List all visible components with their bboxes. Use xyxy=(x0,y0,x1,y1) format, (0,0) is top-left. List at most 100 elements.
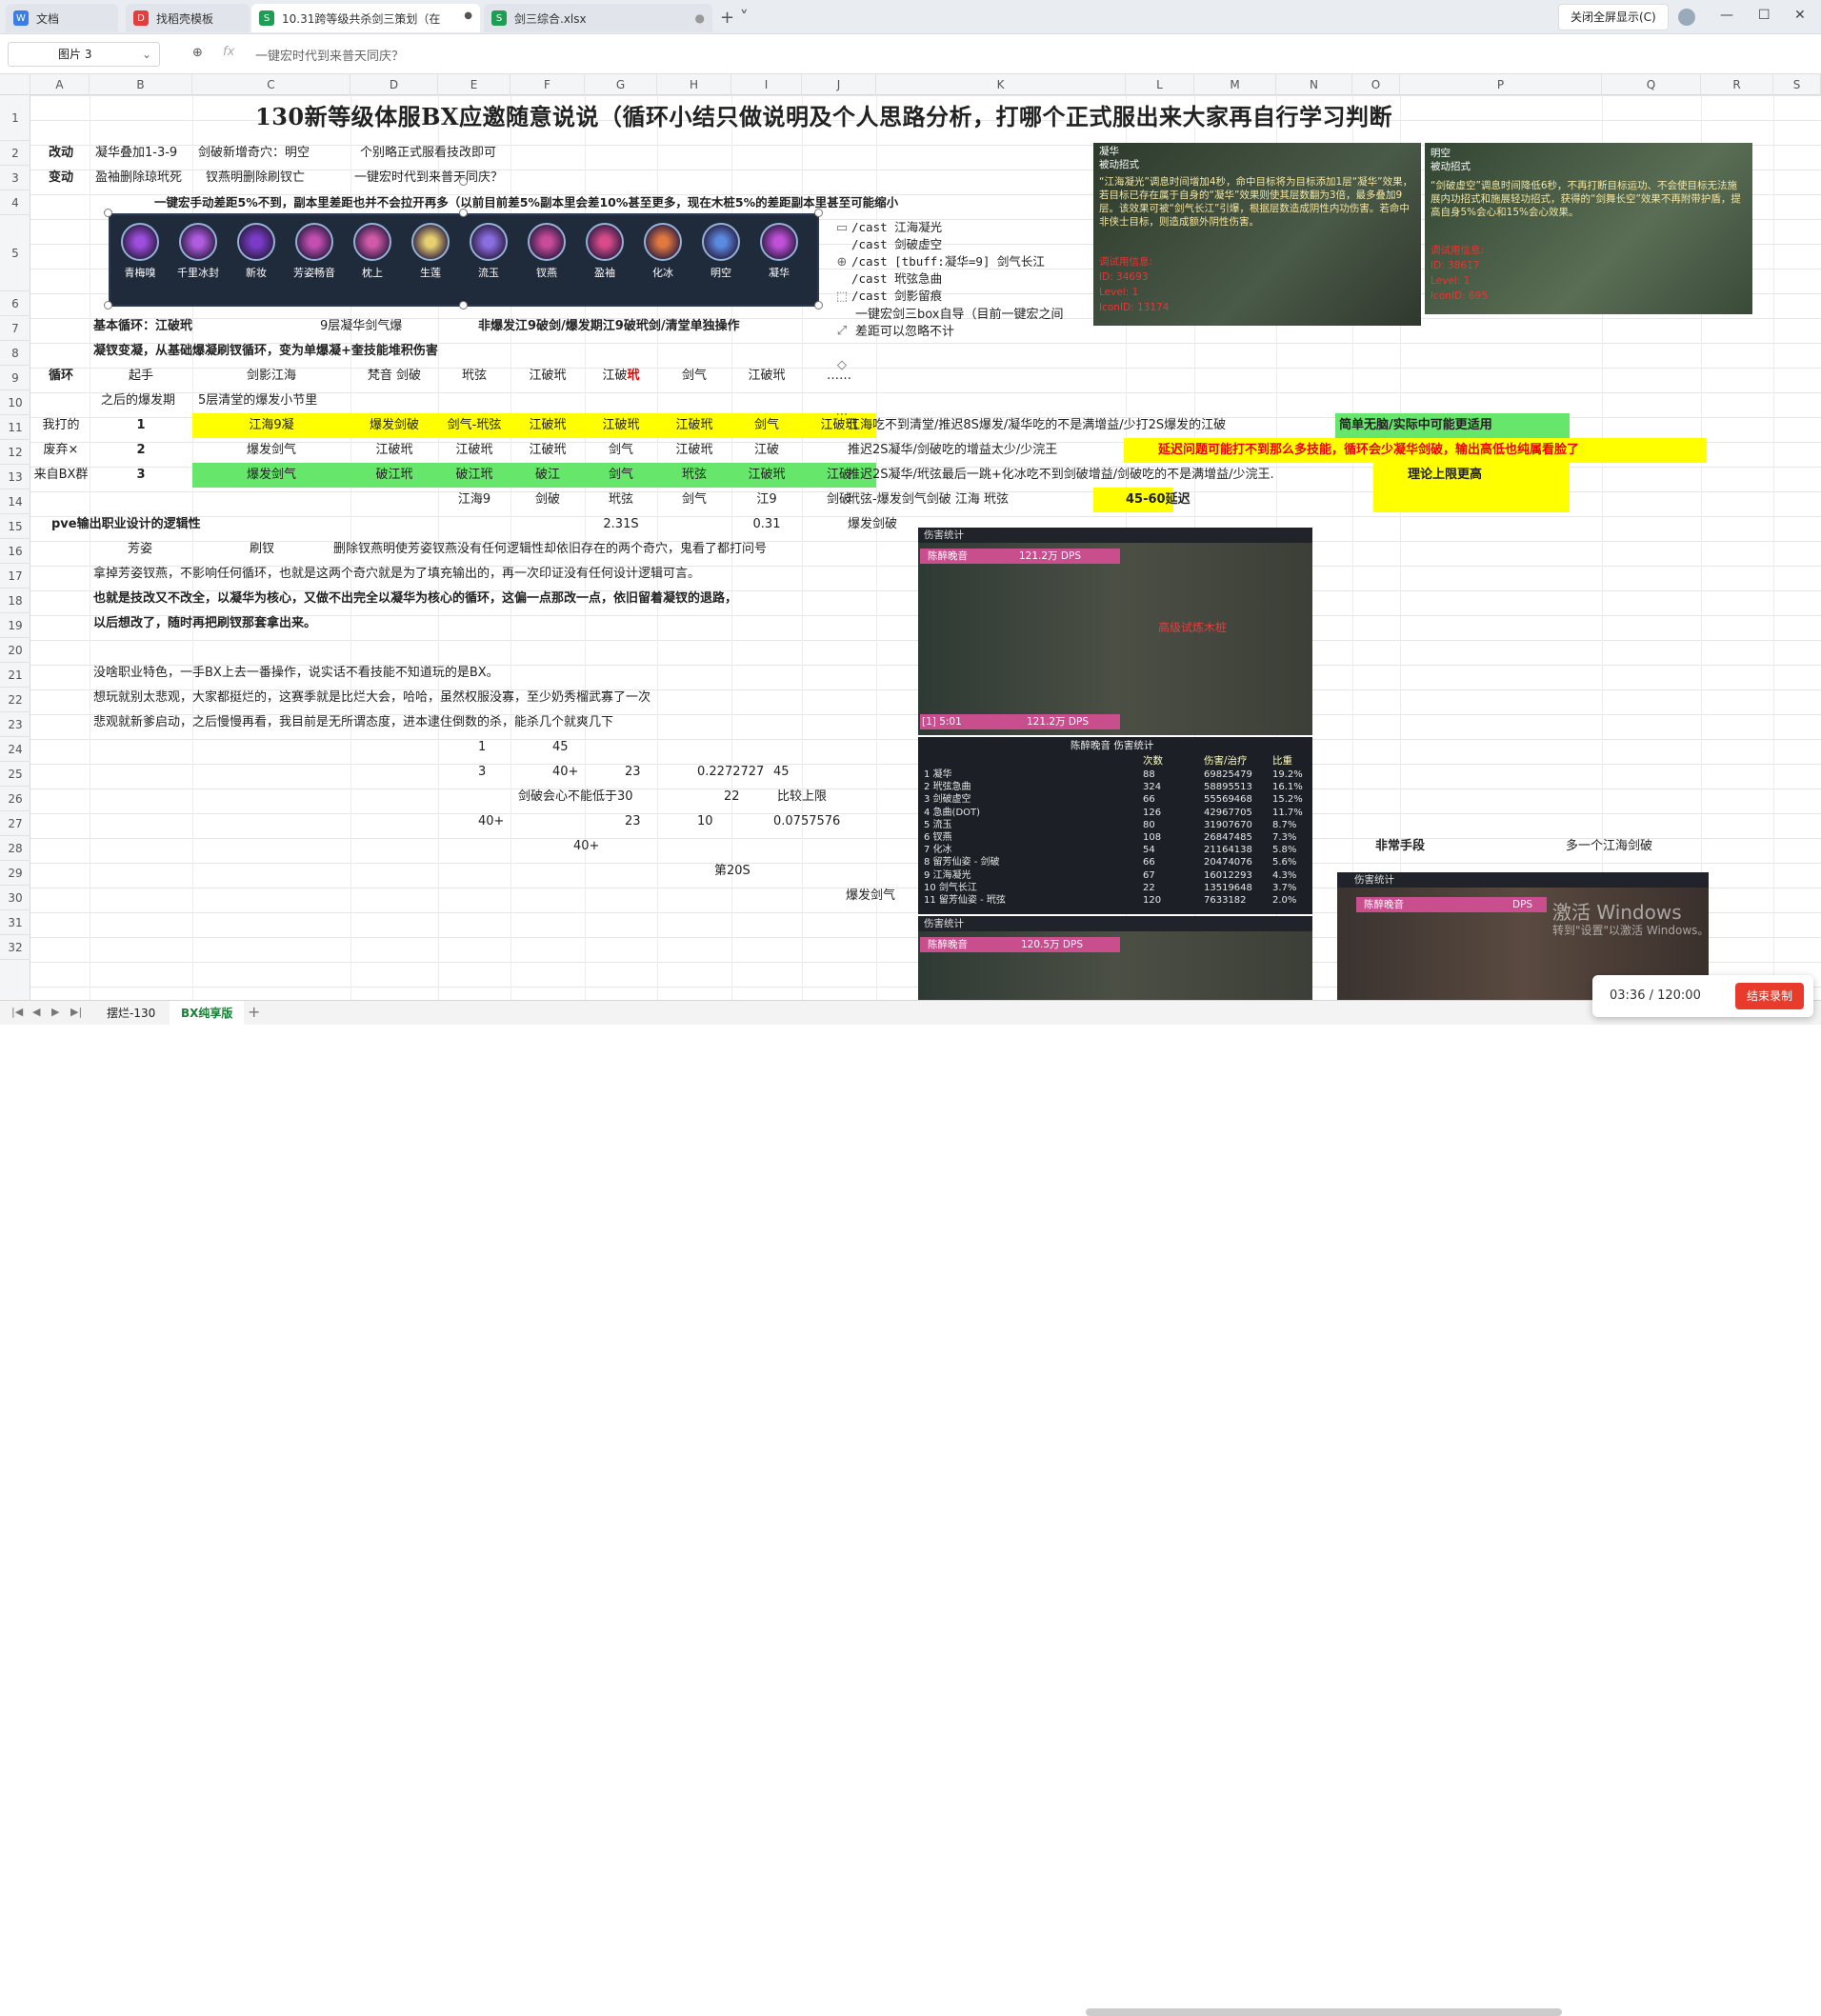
row-header[interactable]: 23 xyxy=(0,712,30,737)
skill-slot[interactable]: 千里冰封 xyxy=(174,223,222,280)
tab-sheet-active[interactable]: S 10.31跨等级共杀剑三策划（在 ● xyxy=(251,4,480,32)
cell-r13-f[interactable]: 剑破 xyxy=(510,488,585,512)
column-header[interactable]: D xyxy=(350,74,438,95)
row-header[interactable]: 19 xyxy=(0,613,30,638)
skill-slot[interactable]: 盈袖 xyxy=(581,223,629,280)
cell-r2-a[interactable]: 改动 xyxy=(32,141,90,166)
tab-template[interactable]: D 找稻壳模板 xyxy=(126,4,250,32)
eraser-icon[interactable]: ◇ xyxy=(830,354,853,377)
end-recording-button[interactable]: 结束录制 xyxy=(1734,983,1804,1009)
row-header[interactable]: 2 xyxy=(0,141,30,166)
row-header[interactable]: 15 xyxy=(0,514,30,539)
row-header[interactable]: 28 xyxy=(0,836,30,861)
cell-r11-b[interactable]: 2 xyxy=(90,438,192,463)
row-header[interactable]: 30 xyxy=(0,886,30,910)
tooltip-ninghua-image[interactable]: 凝华 被动招式 “江海凝光”调息时间增加4秒，命中目标将为目标添加1层“凝华”效… xyxy=(1093,143,1421,326)
cell-r8-d[interactable]: 梵音 剑破 xyxy=(350,364,438,389)
cell-r11-i[interactable]: 江破 xyxy=(731,438,802,463)
cell-r9-c[interactable]: 5层清堂的爆发小节里 xyxy=(198,389,317,413)
cell-r11-h[interactable]: 江破玳 xyxy=(657,438,731,463)
cell-r12-e[interactable]: 破江玳 xyxy=(438,463,510,488)
column-header[interactable]: Q xyxy=(1602,74,1701,95)
name-box[interactable]: 图片 3 ⌄ xyxy=(8,42,160,67)
cell-r6-k2[interactable]: 差距可以忽略不计 xyxy=(855,324,954,341)
cell-r7[interactable]: 凝钗变凝，从基础爆凝刷钗循环，变为单爆凝+奎技能堆积伤害 xyxy=(93,339,438,364)
row-header[interactable]: 11 xyxy=(0,415,30,440)
skill-bar-image[interactable]: 青梅嗅 千里冰封 新妆 芳姿畅音 枕上 生莲 流玉 钗燕 盈袖 化冰 明空 凝华 xyxy=(109,213,819,307)
chevron-down-icon[interactable]: ⌄ xyxy=(142,43,151,66)
cell-r24-h[interactable]: 23 xyxy=(625,760,641,785)
cell-r26-h[interactable]: 23 xyxy=(625,809,641,834)
cell-r10-h[interactable]: 江破玳 xyxy=(657,413,731,438)
row-header[interactable]: 7 xyxy=(0,316,30,341)
column-header[interactable]: H xyxy=(657,74,731,95)
cell-r16[interactable]: 拿掉芳姿钗燕，不影响任何循环，也就是这两个奇穴就是为了填充输出的，再一次印证没有… xyxy=(93,562,700,587)
column-header[interactable]: I xyxy=(731,74,802,95)
row-header[interactable]: 32 xyxy=(0,935,30,960)
row-header[interactable]: 6 xyxy=(0,291,30,316)
cell-r14-a[interactable]: pve输出职业设计的逻辑性 xyxy=(51,512,201,537)
zoom-in-icon[interactable]: ⊕ xyxy=(830,251,853,274)
row-header[interactable]: 14 xyxy=(0,489,30,514)
column-header[interactable]: M xyxy=(1194,74,1276,95)
crop-icon[interactable]: ⬚ xyxy=(830,286,853,309)
column-header[interactable]: A xyxy=(30,74,90,95)
cell-r10-c[interactable]: 江海9凝 xyxy=(192,413,350,438)
new-tab-icon[interactable]: + ˅ xyxy=(720,8,749,28)
cell-r17[interactable]: 也就是技改又不改全，以凝华为核心，又做不出完全以凝华为核心的循环，这偏一点那改一… xyxy=(93,587,737,611)
column-header[interactable]: E xyxy=(438,74,510,95)
cell-r14-g[interactable]: 2.31S xyxy=(585,512,657,537)
cell-r3-d[interactable]: 一键宏时代到来普天同庆？ xyxy=(354,166,503,190)
dot-icon[interactable]: ● xyxy=(464,10,472,21)
cell-r6-b[interactable]: 基本循环：江破玳 xyxy=(93,314,192,339)
skill-slot[interactable]: 生莲 xyxy=(407,223,454,280)
tab-docs[interactable]: W 文档 xyxy=(6,4,118,32)
cell-r21[interactable]: 想玩就别太悲观，大家都挺烂的，这赛季就是比烂大会，哈哈，虽然权服没寡，至少奶秀榴… xyxy=(93,686,650,710)
cell-r11-e[interactable]: 江破玳 xyxy=(438,438,510,463)
cell-r10-e[interactable]: 剑气-玳弦 xyxy=(438,413,510,438)
cell-r12-c[interactable]: 爆发剑气 xyxy=(192,463,350,488)
cell-r13-i[interactable]: 江9 xyxy=(731,488,802,512)
rotate-handle[interactable] xyxy=(459,177,468,186)
fit-icon[interactable]: ⤢ xyxy=(830,320,853,343)
row-header[interactable]: 8 xyxy=(0,341,30,366)
cell-r18[interactable]: 以后想改了，随时再把刷钗那套拿出来。 xyxy=(93,611,316,636)
skill-slot[interactable]: 青梅嗅 xyxy=(116,223,164,280)
column-header[interactable]: F xyxy=(510,74,585,95)
macro-text[interactable]: /cast 江海凝光 /cast 剑破虚空 /cast [tbuff:凝华=9]… xyxy=(851,219,1045,305)
row-header[interactable]: 20 xyxy=(0,638,30,663)
sheet-tab-2[interactable]: BX纯享版 xyxy=(170,1001,245,1026)
cell-r8-i[interactable]: 江破玳 xyxy=(731,364,802,389)
row-header[interactable]: 5 xyxy=(0,215,30,291)
cell-r25-i[interactable]: 22 xyxy=(724,785,740,809)
resize-handle[interactable] xyxy=(814,301,823,309)
close-window-icon[interactable]: ✕ xyxy=(1794,8,1806,23)
row-header[interactable]: 22 xyxy=(0,688,30,712)
cell-r13-k[interactable]: 玳弦-爆发剑气剑破 江海 玳弦 xyxy=(848,488,1009,512)
resize-handle[interactable] xyxy=(814,209,823,217)
last-sheet-icon[interactable]: ▶| xyxy=(70,1006,82,1018)
horizontal-scrollbar[interactable] xyxy=(1086,2008,1562,2016)
select-all-corner[interactable] xyxy=(0,74,30,95)
cell-r14-k[interactable]: 爆发剑破 xyxy=(848,512,897,537)
resize-handle[interactable] xyxy=(104,209,112,217)
row-header[interactable]: 18 xyxy=(0,589,30,613)
row-header[interactable]: 10 xyxy=(0,390,30,415)
sheet-tab-1[interactable]: 摆烂-130 xyxy=(95,1001,167,1026)
cell-r12-k[interactable]: 推迟2S凝华/玳弦最后一跳+化冰吃不到剑破增益/剑破吃的不是满增益/少浣王. xyxy=(848,463,1274,488)
cell-r10-b[interactable]: 1 xyxy=(90,413,192,438)
cell-r15-e[interactable]: 删除钗燕明使芳姿钗燕没有任何逻辑性却依旧存在的两个奇穴，鬼看了都打问号 xyxy=(333,537,767,562)
cell-r26-j[interactable]: 0.0757576 xyxy=(773,809,840,834)
row-header[interactable]: 16 xyxy=(0,539,30,564)
cell-r3-b[interactable]: 盈袖删除琼玳死 xyxy=(95,166,182,190)
cell-r13-g[interactable]: 玳弦 xyxy=(585,488,657,512)
cell-r13-l[interactable]: 45-60延迟 xyxy=(1093,488,1191,512)
cell-r25-f[interactable]: 剑破会心不能低于30 xyxy=(518,785,633,809)
cell-r12-i[interactable]: 江破玳 xyxy=(731,463,802,488)
cell-r8-c[interactable]: 剑影江海 xyxy=(192,364,350,389)
column-header[interactable]: N xyxy=(1276,74,1352,95)
cell-r8-b[interactable]: 起手 xyxy=(90,364,192,389)
cell-r20[interactable]: 没啥职业特色，一手BX上去一番操作，说实话不看技能不知道玩的是BX。 xyxy=(93,661,499,686)
zoom-icon[interactable]: ⊕ xyxy=(192,46,203,60)
cell-r12-a[interactable]: 来自BX群 xyxy=(32,463,90,488)
